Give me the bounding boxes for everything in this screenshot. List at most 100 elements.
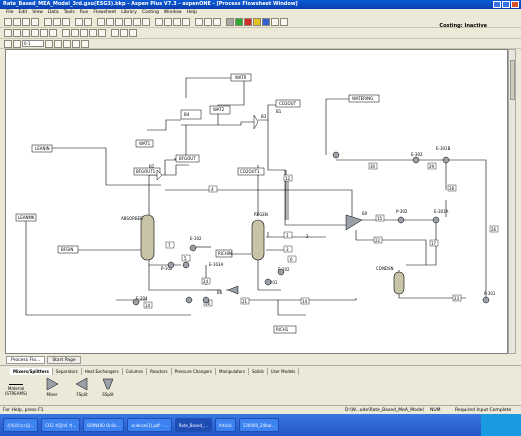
menu-costing[interactable]: Costing: [142, 9, 159, 17]
blocks-icon[interactable]: [142, 18, 150, 26]
b1-separator[interactable]: [332, 151, 340, 159]
stream-23[interactable]: 23: [454, 296, 460, 301]
results-icon[interactable]: [204, 18, 212, 26]
setup-icon[interactable]: [106, 18, 114, 26]
stream-21[interactable]: 21: [242, 299, 248, 304]
stream-2[interactable]: 2: [306, 234, 309, 239]
help-icon[interactable]: [75, 18, 83, 26]
align-left-icon[interactable]: [62, 29, 70, 37]
stream-14b[interactable]: 14: [145, 303, 151, 308]
palette-material-streams[interactable]: Material (STREAMS): [4, 377, 28, 396]
palette-fsplit[interactable]: FSplit: [70, 377, 94, 397]
maximize-icon[interactable]: [502, 1, 510, 8]
cut-icon[interactable]: [44, 18, 52, 26]
palette-tab-solids[interactable]: Solids: [249, 368, 268, 375]
run-icon[interactable]: [164, 18, 172, 26]
stream-12[interactable]: 12: [285, 176, 291, 181]
history-icon[interactable]: [280, 18, 288, 26]
palette-ssplit[interactable]: SSplit: [96, 377, 120, 397]
connect-icon[interactable]: [13, 29, 21, 37]
absorber-column[interactable]: ABSORBER: [121, 214, 155, 261]
p201-pump[interactable]: [264, 278, 272, 286]
palette-tab-mixers[interactable]: Mixers/Splitters: [10, 368, 53, 375]
taskbar-item[interactable]: Article: [214, 418, 236, 432]
menu-help[interactable]: Help: [187, 9, 197, 17]
condsn-flash[interactable]: CONDSN: [376, 266, 405, 295]
menu-file[interactable]: File: [6, 9, 14, 17]
menu-library[interactable]: Library: [121, 9, 137, 17]
stream-14[interactable]: 14: [302, 299, 308, 304]
taskbar-item[interactable]: science(1).pdf - ...: [127, 418, 172, 432]
p102-pump[interactable]: [167, 261, 175, 269]
e102-exchanger[interactable]: [189, 244, 197, 252]
tab-process-flowsheet[interactable]: Process Flo...: [6, 356, 46, 364]
p302-pump[interactable]: [397, 216, 405, 224]
palette-tab-heat-exchangers[interactable]: Heat Exchangers: [82, 368, 123, 375]
tab-start-page[interactable]: Start Page: [47, 356, 81, 364]
save-icon[interactable]: [22, 18, 30, 26]
select-mode-icon[interactable]: [4, 29, 12, 37]
flip-v-icon[interactable]: [63, 39, 71, 48]
zoom-select[interactable]: 0.1: [22, 40, 44, 47]
data-browser-icon[interactable]: [97, 18, 105, 26]
b6-mixer[interactable]: [227, 285, 239, 295]
zoom-full-icon[interactable]: [129, 29, 137, 37]
process-flowsheet-canvas[interactable]: ABSORBER REGEN CONDSN B4 WAT2 WATR CO2OU…: [5, 49, 508, 354]
properties-icon[interactable]: [124, 18, 132, 26]
palette-tab-user-models[interactable]: User Models: [268, 368, 300, 375]
e204b-exchanger[interactable]: [132, 298, 140, 306]
flowsheet-diagram[interactable]: ABSORBER REGEN CONDSN B4 WAT2 WATR CO2OU…: [6, 50, 508, 354]
paste-icon[interactable]: [62, 18, 70, 26]
palette-mixer[interactable]: Mixer: [40, 377, 64, 397]
ungroup-icon[interactable]: [31, 29, 39, 37]
rotate-right-icon[interactable]: [81, 39, 89, 48]
stream-22[interactable]: 22: [375, 238, 381, 243]
streams-icon[interactable]: [133, 18, 141, 26]
next-icon[interactable]: [195, 18, 203, 26]
e301a-exchanger[interactable]: [432, 216, 440, 224]
align-center-icon[interactable]: [71, 29, 79, 37]
taskbar-item[interactable]: BOIN400 Onlin...: [83, 418, 125, 432]
palette-tab-manipulators[interactable]: Manipulators: [216, 368, 249, 375]
table-icon[interactable]: [40, 29, 48, 37]
taskbar-item[interactable]: CO2 저장/과 기...: [41, 418, 81, 432]
new-icon[interactable]: [4, 18, 12, 26]
align-top-icon[interactable]: [89, 29, 97, 37]
p301-pump[interactable]: [482, 296, 490, 304]
taskbar-item[interactable]: 120000_24bar...: [238, 418, 280, 432]
menu-view[interactable]: View: [32, 9, 43, 17]
zoom-in-icon[interactable]: [111, 29, 119, 37]
menu-run[interactable]: Run: [80, 9, 89, 17]
close-icon[interactable]: [511, 1, 519, 8]
blue-status-icon[interactable]: [262, 18, 270, 26]
stream-28[interactable]: 28: [449, 186, 455, 191]
menu-data[interactable]: Data: [48, 9, 59, 17]
bx-compressor[interactable]: [345, 214, 363, 231]
reinit-icon[interactable]: [182, 18, 190, 26]
menu-flowsheet[interactable]: Flowsheet: [93, 9, 116, 17]
stream-30[interactable]: 30: [370, 164, 376, 169]
gear-icon[interactable]: [226, 18, 234, 26]
palette-tab-columns[interactable]: Columns: [123, 368, 148, 375]
menu-tools[interactable]: Tools: [64, 9, 75, 17]
menu-edit[interactable]: Edit: [19, 9, 28, 17]
copy-icon[interactable]: [53, 18, 61, 26]
print-icon[interactable]: [31, 18, 39, 26]
stream-24[interactable]: 24: [203, 279, 209, 284]
palette-tab-pressure-changers[interactable]: Pressure Changers: [172, 368, 217, 375]
stop-icon[interactable]: [173, 18, 181, 26]
taskbar-item-active[interactable]: Rate_Based_...: [174, 418, 212, 432]
b3-splitter[interactable]: [253, 114, 259, 130]
vertical-scrollbar[interactable]: [508, 49, 516, 354]
minimize-icon[interactable]: [493, 1, 501, 8]
red-status-icon[interactable]: [244, 18, 252, 26]
check-results-icon[interactable]: [213, 18, 221, 26]
e204-exchanger[interactable]: [185, 296, 193, 304]
e103a-exchanger[interactable]: [182, 261, 190, 269]
yellow-status-icon[interactable]: [253, 18, 261, 26]
e301b-exchanger[interactable]: [442, 156, 450, 164]
report-icon[interactable]: [271, 18, 279, 26]
align-bottom-icon[interactable]: [98, 29, 106, 37]
stream-26[interactable]: 26: [491, 227, 497, 232]
grid-icon[interactable]: [49, 29, 57, 37]
